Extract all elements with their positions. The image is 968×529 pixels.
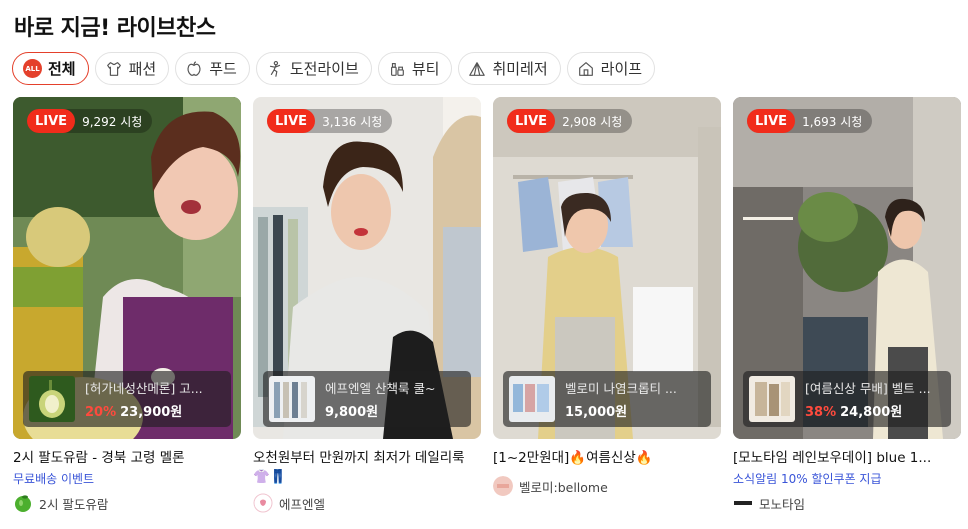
bellome-logo-icon bbox=[493, 476, 513, 496]
viewer-count: 1,693 시청 bbox=[802, 114, 863, 129]
product-name: 벨로미 나염크롭티 ... bbox=[565, 381, 677, 396]
tab-label: 패션 bbox=[128, 60, 157, 78]
shirt-icon bbox=[105, 60, 123, 78]
tent-icon bbox=[468, 60, 486, 78]
event-text: 소식알림 10% 할인쿠폰 지급 bbox=[733, 472, 882, 486]
product-name: [허가네성산메론] 고... bbox=[85, 381, 203, 396]
live-card[interactable]: LIVE 1,693 시청 [여름신상 무배] 벨트 ... 38% 24,800… bbox=[733, 97, 961, 513]
discount-rate: 20% bbox=[85, 405, 117, 420]
live-card-list: LIVE 9,292 시청 [허가네성산메론] 고... 20% 23,900원 … bbox=[13, 97, 961, 513]
live-status: LIVE 1,693 시청 bbox=[747, 109, 873, 133]
live-card[interactable]: LIVE 3,136 시청 에프엔엘 산책룩 쿨~ 9,800원 오천원부터 만… bbox=[253, 97, 481, 513]
seller-name: 모노타임 bbox=[759, 496, 806, 512]
dance-icon bbox=[266, 60, 284, 78]
house-icon bbox=[577, 60, 595, 78]
tab-challenge-live[interactable]: 도전라이브 bbox=[255, 52, 372, 85]
product-image bbox=[269, 376, 315, 422]
cosmetics-icon bbox=[388, 60, 406, 78]
seller-name: 2시 팔도유람 bbox=[39, 496, 109, 512]
live-card[interactable]: LIVE 9,292 시청 [허가네성산메론] 고... 20% 23,900원 … bbox=[13, 97, 241, 513]
tab-life[interactable]: 라이프 bbox=[566, 52, 656, 85]
tab-all[interactable]: ALL 전체 bbox=[12, 52, 89, 85]
seller-info[interactable]: 에프엔엘 bbox=[253, 493, 481, 513]
live-card[interactable]: LIVE 2,908 시청 벨로미 나염크롭티 ... 15,000원 [1~2… bbox=[493, 97, 721, 513]
live-badge: LIVE bbox=[507, 109, 556, 133]
apple-icon bbox=[185, 60, 203, 78]
all-badge-icon: ALL bbox=[23, 59, 42, 78]
product-image bbox=[29, 376, 75, 422]
seller-info[interactable]: 2시 팔도유람 bbox=[13, 493, 241, 513]
live-video-thumbnail[interactable]: LIVE 3,136 시청 에프엔엘 산책룩 쿨~ 9,800원 bbox=[253, 97, 481, 439]
product-price-row: 38% 24,800원 bbox=[805, 401, 945, 420]
live-status: LIVE 2,908 시청 bbox=[507, 109, 633, 133]
product-price-row: 9,800원 bbox=[325, 401, 465, 420]
live-video-thumbnail[interactable]: LIVE 1,693 시청 [여름신상 무배] 벨트 ... 38% 24,800… bbox=[733, 97, 961, 439]
sale-price: 9,800원 bbox=[325, 405, 379, 420]
viewer-count: 9,292 시청 bbox=[82, 114, 143, 129]
sale-price: 23,900원 bbox=[120, 405, 183, 420]
live-badge: LIVE bbox=[747, 109, 796, 133]
seller-info[interactable]: 벨로미:bellome bbox=[493, 476, 721, 496]
live-video-thumbnail[interactable]: LIVE 2,908 시청 벨로미 나염크롭티 ... 15,000원 bbox=[493, 97, 721, 439]
product-image bbox=[749, 376, 795, 422]
broadcast-title-text: 오천원부터 만원까지 최저가 데일리룩 bbox=[253, 450, 465, 466]
product-image bbox=[509, 376, 555, 422]
product-name: 에프엔엘 산책룩 쿨~ bbox=[325, 381, 436, 396]
tab-label: 뷰티 bbox=[411, 60, 440, 78]
live-video-thumbnail[interactable]: LIVE 9,292 시청 [허가네성산메론] 고... 20% 23,900원 bbox=[13, 97, 241, 439]
apple-logo-icon bbox=[13, 493, 33, 513]
tab-hobby-leisure[interactable]: 취미레저 bbox=[458, 52, 561, 85]
broadcast-title[interactable]: 오천원부터 만원까지 최저가 데일리룩 👚👖 bbox=[253, 449, 468, 487]
live-badge: LIVE bbox=[27, 109, 76, 133]
broadcast-title[interactable]: [1~2만원대]🔥여름신상🔥 bbox=[493, 449, 708, 468]
featured-product[interactable]: [허가네성산메론] 고... 20% 23,900원 bbox=[23, 371, 231, 427]
tab-label: 취미레저 bbox=[492, 60, 548, 78]
seller-name: 벨로미:bellome bbox=[519, 479, 608, 495]
tab-label: 도전라이브 bbox=[289, 60, 359, 78]
sale-price: 24,800원 bbox=[840, 405, 903, 420]
product-price-row: 15,000원 bbox=[565, 401, 705, 420]
product-name: [여름신상 무배] 벨트 ... bbox=[805, 381, 931, 396]
live-status: LIVE 9,292 시청 bbox=[27, 109, 153, 133]
live-badge: LIVE bbox=[267, 109, 316, 133]
page-title: 바로 지금! 라이브찬스 bbox=[14, 16, 216, 41]
tab-label: 푸드 bbox=[209, 60, 237, 78]
tab-label: 전체 bbox=[48, 60, 76, 78]
tab-fashion[interactable]: 패션 bbox=[94, 52, 170, 85]
viewer-count: 2,908 시청 bbox=[562, 114, 623, 129]
live-status: LIVE 3,136 시청 bbox=[267, 109, 393, 133]
broadcast-title[interactable]: [모노타임 레인보우데이] blue 1... bbox=[733, 449, 948, 468]
event-text: 무료배송 이벤트 bbox=[13, 472, 95, 486]
discount-rate: 38% bbox=[805, 405, 837, 420]
seller-name: 에프엔엘 bbox=[279, 496, 326, 512]
tab-beauty[interactable]: 뷰티 bbox=[377, 52, 453, 85]
featured-product[interactable]: 에프엔엘 산책룩 쿨~ 9,800원 bbox=[263, 371, 471, 427]
sale-price: 15,000원 bbox=[565, 405, 628, 420]
monotime-logo-icon bbox=[733, 493, 753, 513]
product-price-row: 20% 23,900원 bbox=[85, 401, 225, 420]
seller-info[interactable]: 모노타임 bbox=[733, 493, 961, 513]
clothes-emoji: 👚👖 bbox=[253, 469, 287, 485]
broadcast-title[interactable]: 2시 팔도유람 - 경북 고령 멜론 bbox=[13, 449, 228, 468]
featured-product[interactable]: 벨로미 나염크롭티 ... 15,000원 bbox=[503, 371, 711, 427]
viewer-count: 3,136 시청 bbox=[322, 114, 383, 129]
category-tabs: ALL 전체 패션 푸드 도전라이브 뷰티 취미레저 라이프 bbox=[12, 52, 656, 85]
tab-food[interactable]: 푸드 bbox=[175, 52, 250, 85]
fnl-logo-icon bbox=[253, 493, 273, 513]
tab-label: 라이프 bbox=[600, 60, 643, 78]
featured-product[interactable]: [여름신상 무배] 벨트 ... 38% 24,800원 bbox=[743, 371, 951, 427]
